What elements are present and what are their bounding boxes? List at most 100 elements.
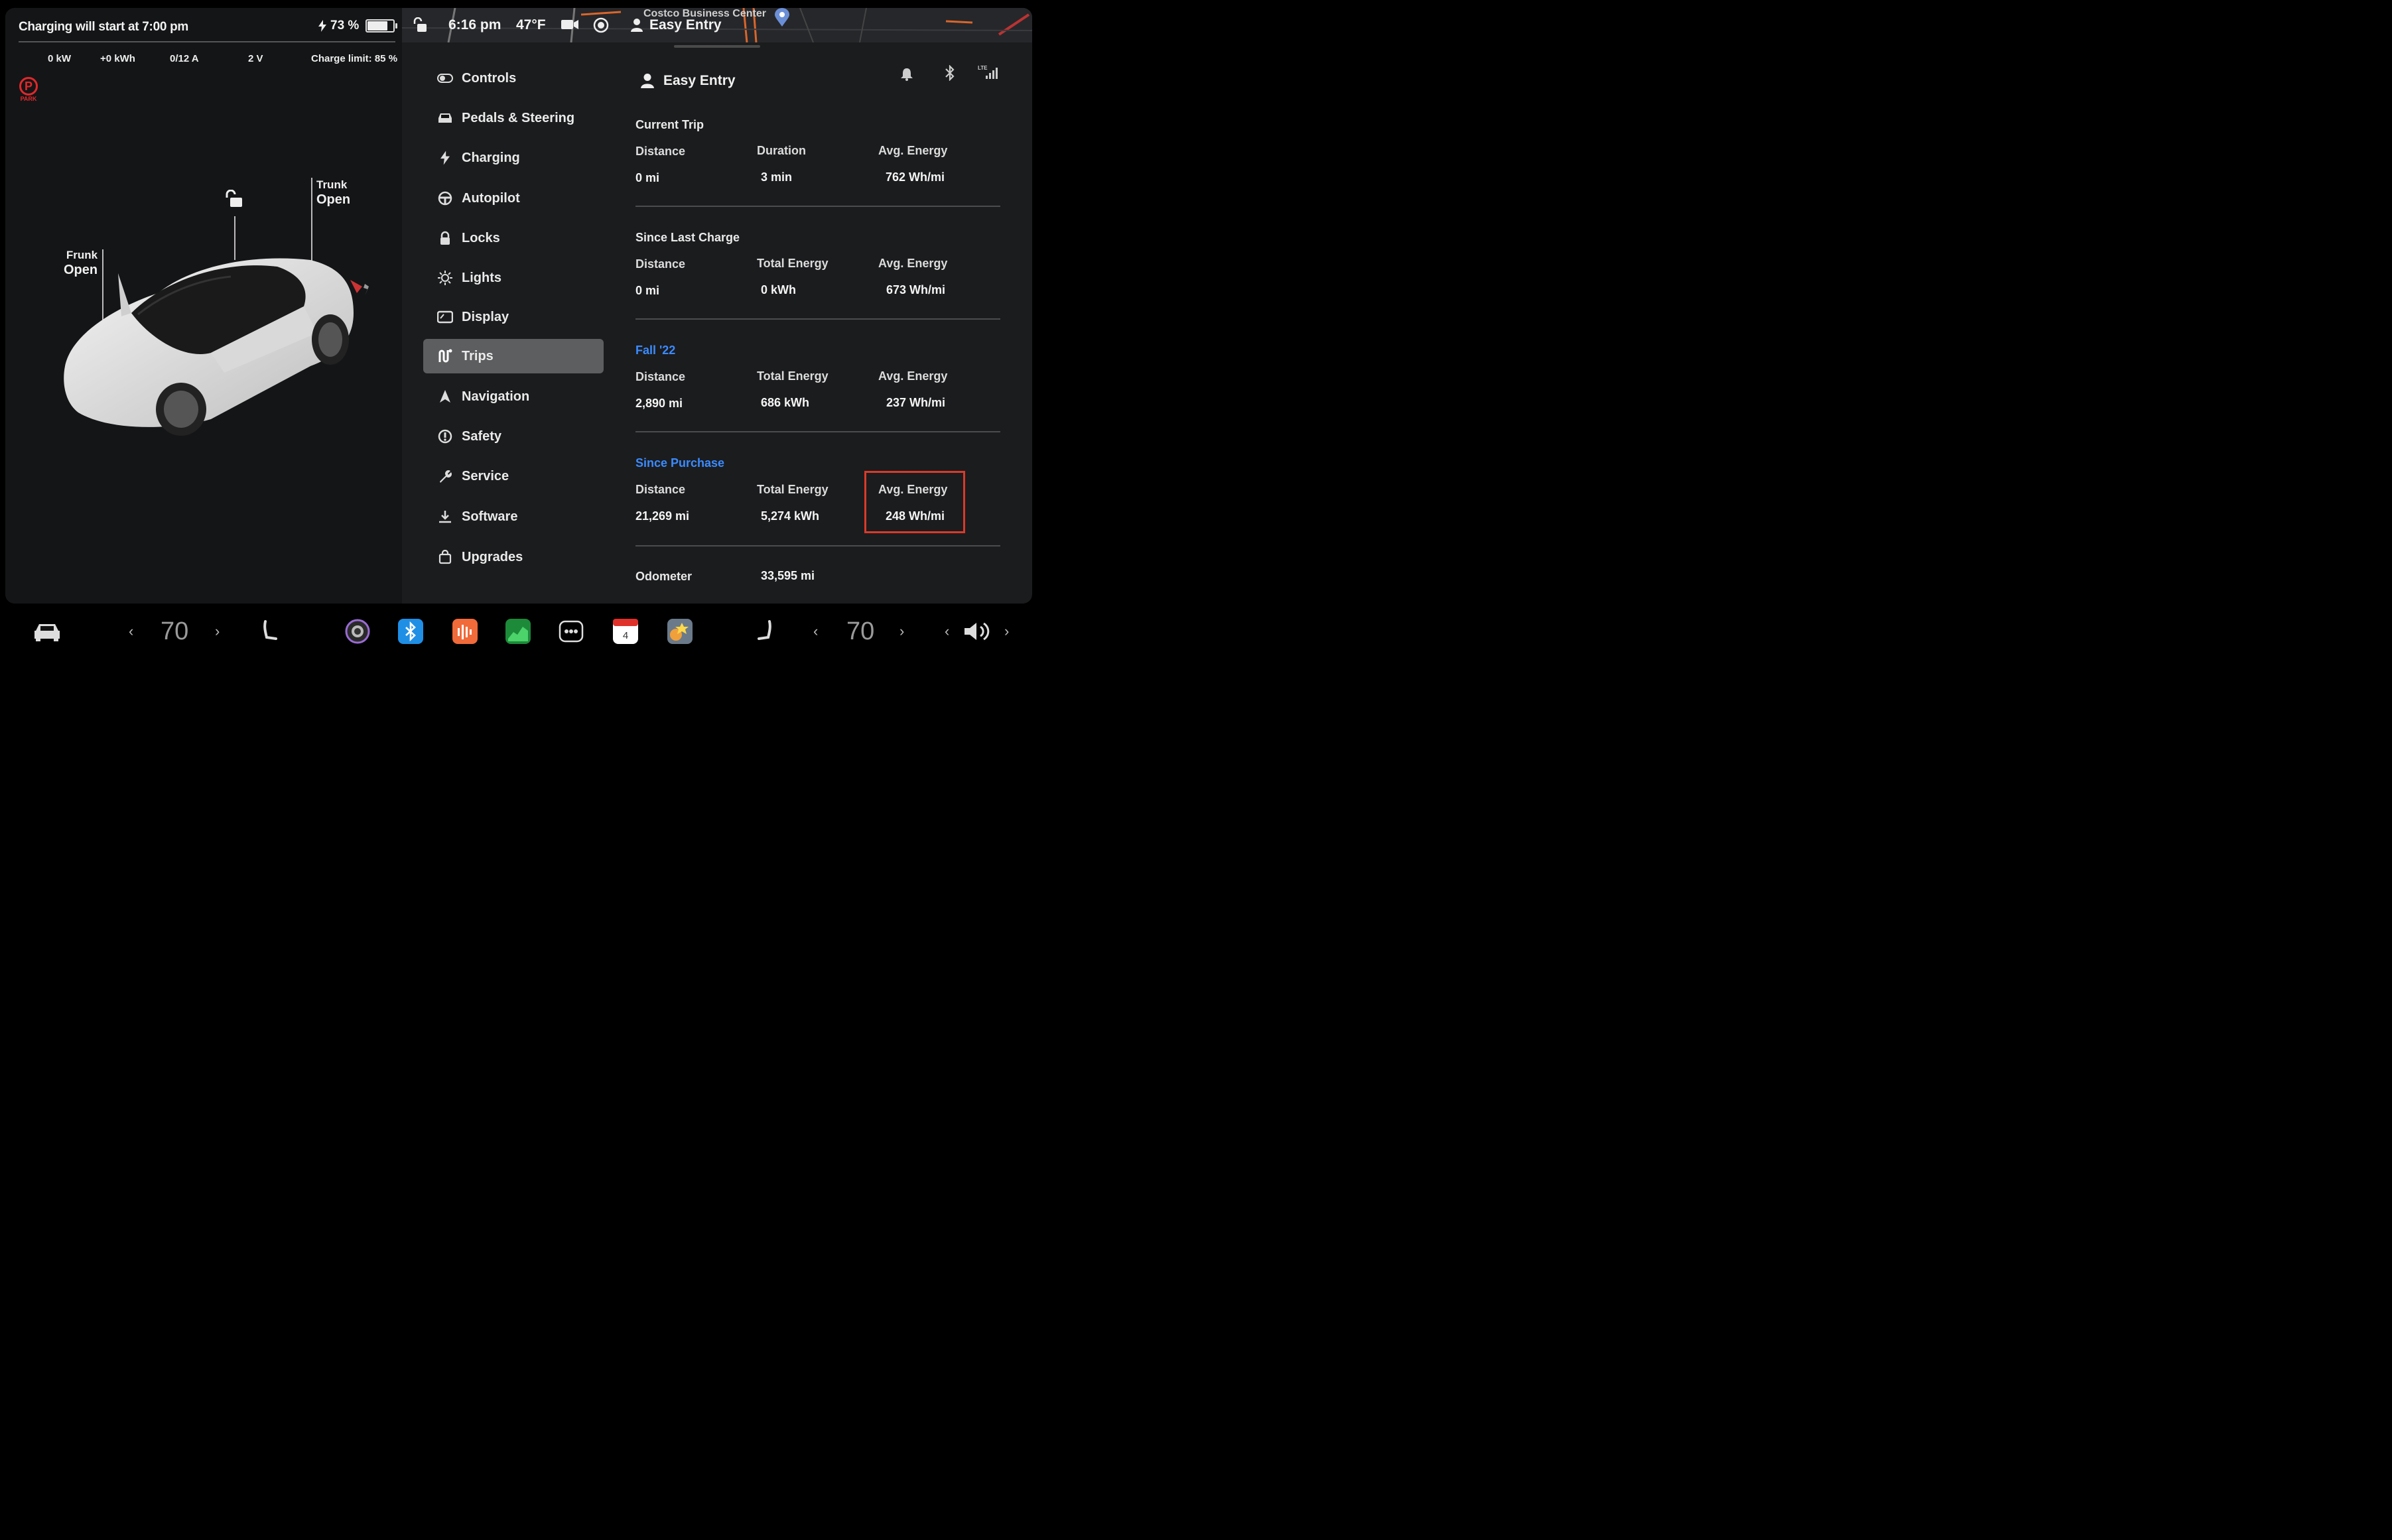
menu-item-label: Charging bbox=[462, 150, 520, 165]
menu-item-service[interactable]: Service bbox=[423, 459, 604, 493]
charge-power: 0 kW bbox=[48, 53, 72, 64]
menu-item-label: Pedals & Steering bbox=[462, 110, 575, 125]
safety-icon bbox=[435, 429, 455, 444]
bluetooth-app-icon[interactable] bbox=[398, 617, 423, 646]
battery-icon bbox=[365, 19, 398, 32]
temp-right-up-chevron[interactable]: › bbox=[899, 617, 904, 646]
volume-icon[interactable] bbox=[963, 617, 992, 646]
temp-left-down-chevron[interactable]: ‹ bbox=[129, 617, 133, 646]
charge-progress-line bbox=[19, 41, 395, 42]
sun-icon bbox=[435, 270, 455, 286]
status-bar: 6:16 pm 47°F Easy Entry Costco Business … bbox=[402, 8, 1032, 42]
camera-app-icon[interactable] bbox=[345, 617, 370, 646]
charge-limit[interactable]: Charge limit: 85 % bbox=[311, 53, 397, 64]
odometer-value: 33,595 mi bbox=[761, 569, 815, 582]
since-purchase-title[interactable]: Since Purchase bbox=[635, 456, 724, 470]
volume-down-chevron[interactable]: ‹ bbox=[945, 617, 949, 646]
bolt-icon bbox=[435, 151, 455, 165]
map-pin-icon bbox=[775, 8, 789, 30]
temp-right-down-chevron[interactable]: ‹ bbox=[813, 617, 818, 646]
temp-left-up-chevron[interactable]: › bbox=[215, 617, 220, 646]
battery-percent: 73 % bbox=[330, 19, 360, 32]
current-trip-duration-label: Duration bbox=[757, 144, 806, 157]
seat-heater-left-icon[interactable] bbox=[261, 617, 279, 646]
charge-energy: +0 kWh bbox=[100, 53, 135, 64]
menu-item-label: Navigation bbox=[462, 389, 530, 404]
battery-indicator[interactable]: 73 % bbox=[318, 19, 398, 33]
menu-item-safety[interactable]: Safety bbox=[423, 419, 604, 454]
toybox-app-icon[interactable] bbox=[667, 617, 693, 646]
menu-item-software[interactable]: Software bbox=[423, 499, 604, 534]
driver-temperature[interactable]: 70 bbox=[161, 617, 188, 646]
car-lock-status-icon[interactable] bbox=[413, 17, 427, 37]
divider bbox=[635, 318, 1000, 320]
divider bbox=[635, 206, 1000, 207]
current-trip-title: Current Trip bbox=[635, 118, 704, 131]
menu-item-display[interactable]: Display bbox=[423, 300, 604, 334]
toggle-icon bbox=[435, 74, 455, 83]
passenger-temperature[interactable]: 70 bbox=[846, 617, 874, 646]
car-panel: Charging will start at 7:00 pm 73 % 0 kW… bbox=[5, 8, 402, 604]
bluetooth-icon[interactable] bbox=[945, 64, 955, 84]
menu-item-label: Trips bbox=[462, 348, 494, 363]
menu-item-lights[interactable]: Lights bbox=[423, 261, 604, 295]
calendar-day: 4 bbox=[623, 630, 628, 641]
charge-current: 0/12 A bbox=[170, 53, 199, 64]
current-trip-duration-value: 3 min bbox=[761, 170, 793, 184]
profile-name: Easy Entry bbox=[663, 73, 736, 88]
fall22-distance-label: Distance bbox=[635, 370, 686, 383]
trunk-callout[interactable]: Trunk Open bbox=[316, 178, 350, 208]
slc-avg-label: Avg. Energy bbox=[878, 257, 948, 270]
energy-app-icon[interactable] bbox=[505, 617, 531, 646]
volume-up-chevron[interactable]: › bbox=[1004, 617, 1009, 646]
bell-icon[interactable] bbox=[901, 68, 913, 84]
profile-header[interactable]: Easy Entry bbox=[641, 73, 736, 89]
current-trip-distance-value: 0 mi bbox=[635, 171, 660, 184]
menu-item-label: Locks bbox=[462, 230, 500, 245]
trunk-state: Open bbox=[316, 192, 351, 208]
dashcam-icon[interactable] bbox=[561, 19, 578, 34]
clock: 6:16 pm bbox=[448, 17, 501, 32]
sp-distance-label: Distance bbox=[635, 483, 686, 496]
media-app-icon[interactable] bbox=[452, 617, 478, 646]
car-illustration[interactable] bbox=[58, 240, 370, 439]
menu-item-navigation[interactable]: Navigation bbox=[423, 379, 604, 414]
lte-signal-icon[interactable]: LTE bbox=[978, 64, 1000, 83]
car-icon[interactable] bbox=[33, 617, 61, 646]
menu-item-label: Safety bbox=[462, 428, 502, 444]
trips-icon bbox=[435, 349, 455, 363]
fall22-trip-title[interactable]: Fall '22 bbox=[635, 344, 675, 357]
sentry-mode-icon[interactable] bbox=[593, 17, 609, 37]
more-apps-icon[interactable] bbox=[559, 617, 584, 646]
fall22-avg-value: 237 Wh/mi bbox=[886, 396, 946, 409]
wrench-icon bbox=[435, 469, 455, 483]
highlight-box bbox=[864, 471, 965, 533]
menu-item-upgrades[interactable]: Upgrades bbox=[423, 540, 604, 574]
unlock-icon[interactable] bbox=[224, 189, 244, 212]
menu-item-charging[interactable]: Charging bbox=[423, 141, 604, 175]
calendar-app-icon[interactable]: 4 bbox=[613, 617, 638, 646]
current-trip-distance-label: Distance bbox=[635, 145, 686, 158]
menu-item-trips[interactable]: Trips bbox=[423, 339, 604, 373]
charging-status[interactable]: Charging will start at 7:00 pm bbox=[19, 20, 188, 34]
charge-voltage: 2 V bbox=[248, 53, 263, 64]
person-icon bbox=[631, 19, 643, 32]
menu-item-locks[interactable]: Locks bbox=[423, 221, 604, 255]
map-place-label: Costco Business Center bbox=[643, 8, 766, 19]
menu-item-label: Software bbox=[462, 509, 518, 524]
sp-distance-value: 21,269 mi bbox=[635, 509, 690, 523]
fall22-energy-value: 686 kWh bbox=[761, 396, 810, 409]
seat-heater-right-icon[interactable] bbox=[756, 617, 773, 646]
svg-text:LTE: LTE bbox=[978, 65, 988, 71]
trunk-label: Trunk bbox=[316, 178, 348, 191]
sp-energy-value: 5,274 kWh bbox=[761, 509, 820, 523]
menu-item-pedals-steering[interactable]: Pedals & Steering bbox=[423, 101, 604, 135]
slc-distance-label: Distance bbox=[635, 257, 686, 271]
menu-item-controls[interactable]: Controls bbox=[423, 61, 604, 96]
park-indicator: P PARK bbox=[17, 77, 40, 102]
bottom-dock: ‹ 70 › 4 ‹ 70 › ‹ › bbox=[0, 604, 1040, 670]
menu-item-autopilot[interactable]: Autopilot bbox=[423, 181, 604, 216]
map-drag-handle[interactable] bbox=[674, 45, 760, 48]
outside-temperature: 47°F bbox=[516, 17, 546, 32]
odometer-label: Odometer bbox=[635, 570, 693, 583]
